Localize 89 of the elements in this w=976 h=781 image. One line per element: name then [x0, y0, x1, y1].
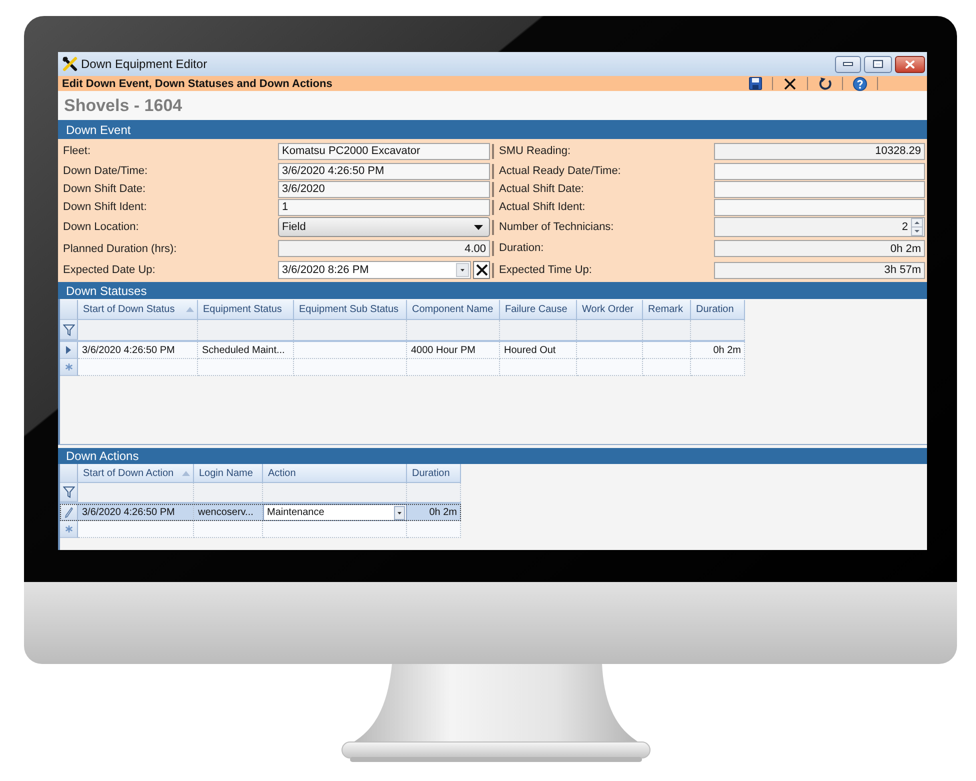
pencil-icon	[64, 506, 72, 518]
save-button[interactable]	[747, 76, 763, 91]
help-button[interactable]	[852, 76, 868, 91]
maximize-button[interactable]	[864, 56, 892, 72]
asterisk-icon	[64, 363, 72, 371]
column-header[interactable]: Start of Down Action	[78, 464, 194, 483]
filter-icon	[62, 324, 74, 336]
maximize-icon	[873, 60, 883, 68]
table-row[interactable]: 3/6/2020 4:26:50 PM wencoserv... Maintenance 0h 2m	[60, 504, 461, 521]
filter-field[interactable]	[78, 483, 194, 502]
spin-arrows-icon	[911, 218, 923, 236]
filter-icon	[62, 486, 74, 498]
save-icon	[748, 77, 762, 90]
sort-arrow-icon	[182, 470, 190, 476]
number-field[interactable]: 10328.29	[714, 142, 925, 160]
caret-icon	[456, 263, 469, 277]
filter-field[interactable]	[78, 320, 198, 340]
field-label: Planned Duration (hrs):	[62, 242, 178, 254]
filter-field[interactable]	[198, 320, 294, 340]
minimize-icon	[843, 62, 853, 66]
filter-field[interactable]	[500, 320, 577, 340]
column-header[interactable]: Work Order	[577, 300, 643, 320]
number-field[interactable]: 0h 2m	[714, 240, 925, 257]
text-field[interactable]	[714, 162, 925, 180]
text-field[interactable]	[714, 198, 925, 216]
asterisk-icon	[64, 525, 72, 533]
column-header[interactable]: Equipment Status	[198, 300, 294, 320]
field-label: Down Date/Time:	[62, 165, 149, 177]
table-cell	[194, 521, 263, 538]
field-label: Down Location:	[62, 221, 140, 233]
filter-field[interactable]	[263, 483, 407, 502]
column-header[interactable]: Start of Down Status	[78, 300, 198, 320]
sort-arrow-icon	[186, 307, 194, 312]
field-label: Down Shift Date:	[62, 183, 147, 195]
field-label: Expected Date Up:	[62, 264, 156, 276]
filter-field[interactable]	[691, 320, 745, 340]
minimize-button[interactable]	[835, 56, 861, 72]
cancel-button[interactable]	[782, 76, 798, 91]
field-label: Fleet:	[62, 145, 92, 157]
filter-field[interactable]	[407, 483, 461, 502]
text-field[interactable]: 1	[278, 198, 490, 216]
column-header[interactable]: Duration	[407, 464, 461, 483]
caret-icon	[474, 224, 483, 230]
close-icon	[905, 60, 915, 68]
refresh-icon	[818, 77, 832, 90]
row-pointer-icon	[66, 346, 71, 354]
cross-icon	[476, 264, 488, 276]
filter-field[interactable]	[294, 320, 407, 340]
filter-field[interactable]	[407, 320, 500, 340]
column-header[interactable]: Duration	[691, 300, 745, 320]
column-header[interactable]: Equipment Sub Status	[294, 300, 407, 320]
form-title: Edit Down Event, Down Statuses and Down Actions	[62, 78, 332, 90]
section-header: Down Event	[58, 120, 927, 139]
table-cell	[691, 359, 745, 376]
column-header[interactable]: Remark	[643, 300, 691, 320]
spin-field[interactable]: 2	[714, 217, 925, 237]
number-field[interactable]: 4.00	[278, 240, 490, 257]
section-header: Down Actions	[58, 448, 927, 464]
table-cell	[407, 521, 461, 538]
column-header[interactable]: Failure Cause	[500, 300, 577, 320]
number-field[interactable]: 3h 57m	[714, 262, 925, 278]
column-header[interactable]: Action	[263, 464, 407, 483]
help-icon	[853, 76, 867, 90]
filter-field[interactable]	[577, 320, 643, 340]
clear-button[interactable]	[473, 261, 490, 279]
text-field[interactable]: Komatsu PC2000 Excavator	[278, 142, 490, 160]
row-selector[interactable]	[60, 342, 78, 359]
filter-field[interactable]	[194, 483, 263, 502]
table-row[interactable]: 3/6/2020 4:26:50 PM Scheduled Maint... 4000 Hour PM Houred Out 0h 2m	[60, 342, 745, 359]
cross-icon	[784, 78, 796, 90]
filter-field[interactable]	[643, 320, 691, 340]
table-cell	[643, 359, 691, 376]
column-header[interactable]: Login Name	[194, 464, 263, 483]
caret-icon	[394, 506, 405, 520]
text-field[interactable]	[714, 180, 925, 198]
table-cell	[577, 359, 643, 376]
text-field[interactable]: 3/6/2020	[278, 180, 490, 198]
column-header[interactable]: Component Name	[407, 300, 500, 320]
dropdown-field[interactable]: Field	[278, 217, 490, 237]
field-label: Down Shift Ident:	[62, 201, 148, 213]
crossed-tools-icon	[62, 56, 78, 72]
window-title: Down Equipment Editor	[81, 57, 208, 71]
row-selector[interactable]	[60, 504, 78, 521]
dropdown-field[interactable]: Maintenance	[263, 504, 407, 521]
section-header: Down Statuses	[58, 282, 927, 299]
close-button[interactable]	[895, 56, 925, 72]
date-field[interactable]: 3/6/2020 8:26 PM	[278, 261, 471, 279]
text-field[interactable]: 3/6/2020 4:26:50 PM	[278, 162, 490, 180]
refresh-button[interactable]	[817, 76, 833, 91]
